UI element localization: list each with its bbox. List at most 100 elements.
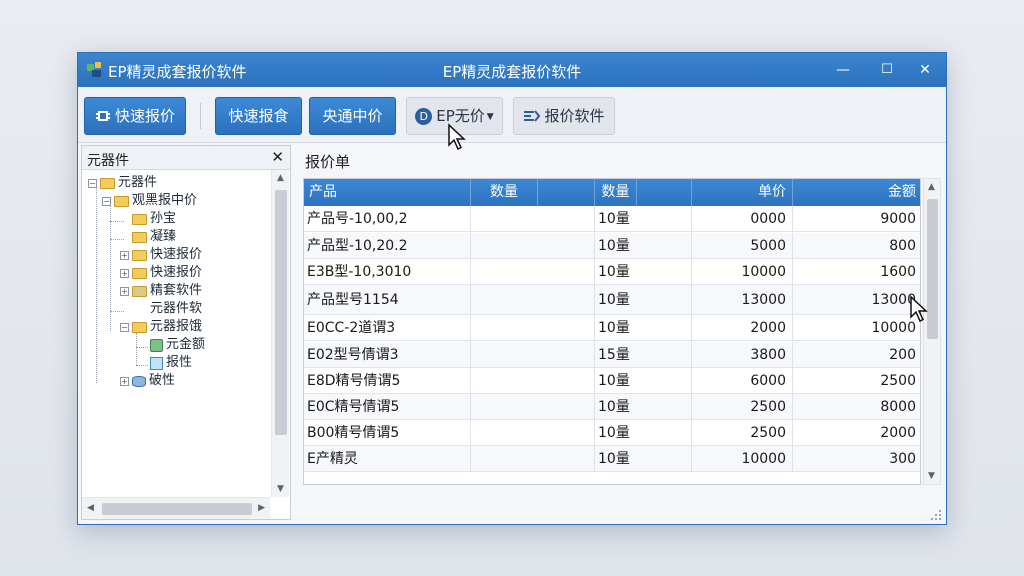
cell-amount[interactable]: 800 — [793, 233, 920, 259]
tree-node[interactable]: − 观黑报中价 — [102, 192, 197, 210]
cell-quantity[interactable] — [471, 233, 595, 259]
cell-quantity[interactable] — [471, 342, 595, 368]
cell-unit-price[interactable]: 3800 — [692, 342, 793, 368]
cell-quantity-2[interactable]: 10量 — [595, 259, 692, 285]
cell-unit-price[interactable]: 5000 — [692, 233, 793, 259]
cell-quantity[interactable] — [471, 420, 595, 446]
cell-product[interactable]: E0C精号倩谓5 — [304, 394, 471, 420]
cell-unit-price[interactable]: 13000 — [692, 285, 793, 315]
cell-quantity-2[interactable]: 10量 — [595, 315, 692, 341]
scroll-thumb[interactable] — [102, 503, 252, 515]
cell-quantity-2[interactable]: 10量 — [595, 446, 692, 472]
collapse-icon[interactable]: − — [120, 322, 129, 332]
central-price-button[interactable]: 央通中价 — [309, 97, 396, 135]
cell-product[interactable]: E02型号倩谓3 — [304, 342, 471, 368]
cell-unit-price[interactable]: 6000 — [692, 368, 793, 394]
tree-node[interactable]: 元器件软 — [132, 300, 202, 318]
cell-amount[interactable]: 2500 — [793, 368, 920, 394]
tree-node[interactable]: + 快速报价 — [120, 264, 202, 282]
scroll-down-icon[interactable]: ▼ — [277, 484, 284, 494]
cell-unit-price[interactable]: 2500 — [692, 420, 793, 446]
table-row[interactable]: 产品号-10,00,2 10量 0000 9000 — [304, 206, 920, 232]
column-header-quantity[interactable]: 数量 — [471, 179, 538, 206]
cell-product[interactable]: E0CC-2道谓3 — [304, 315, 471, 341]
cell-product[interactable]: B00精号倩谓5 — [304, 420, 471, 446]
cell-quantity-2[interactable]: 10量 — [595, 368, 692, 394]
table-row[interactable]: E3B型-10,3010 10量 10000 1600 — [304, 259, 920, 285]
tree-node[interactable]: 孙宝 — [132, 210, 176, 228]
cell-quantity[interactable] — [471, 259, 595, 285]
cell-amount[interactable]: 10000 — [793, 315, 920, 341]
tree-horizontal-scrollbar[interactable]: ◀ ▶ — [82, 497, 270, 519]
cell-amount[interactable]: 1600 — [793, 259, 920, 285]
quick-quote-button[interactable]: 快速报价 — [84, 97, 186, 135]
cell-quantity-2[interactable]: 10量 — [595, 285, 692, 315]
cell-unit-price[interactable]: 10000 — [692, 446, 793, 472]
cell-unit-price[interactable]: 2500 — [692, 394, 793, 420]
cell-quantity[interactable] — [471, 394, 595, 420]
quote-software-button[interactable]: 报价软件 — [513, 97, 615, 135]
column-header-product[interactable]: 产品 — [304, 179, 471, 206]
collapse-icon[interactable]: − — [88, 178, 97, 188]
table-row[interactable]: E02型号倩谓3 15量 3800 200 — [304, 342, 920, 368]
cell-amount[interactable]: 300 — [793, 446, 920, 472]
scroll-down-icon[interactable]: ▼ — [928, 471, 935, 481]
panel-close-icon[interactable]: ✕ — [271, 148, 284, 166]
cell-amount[interactable]: 8000 — [793, 394, 920, 420]
tree-node[interactable]: + 快速报价 — [120, 246, 202, 264]
column-header-amount[interactable]: 金额 — [793, 179, 920, 206]
close-button[interactable]: ✕ — [910, 58, 940, 82]
table-row[interactable]: B00精号倩谓5 10量 2500 2000 — [304, 420, 920, 446]
cell-quantity[interactable] — [471, 315, 595, 341]
maximize-button[interactable]: ☐ — [872, 58, 902, 82]
tree-node[interactable]: − 元器报饿 — [120, 318, 202, 336]
table-row[interactable]: E0CC-2道谓3 10量 2000 10000 — [304, 315, 920, 341]
title-bar[interactable]: EP精灵成套报价软件 EP精灵成套报价软件 — ☐ ✕ — [78, 53, 946, 87]
tree-node[interactable]: 凝臻 — [132, 228, 176, 246]
expand-icon[interactable]: + — [120, 250, 129, 260]
resize-grip-icon[interactable] — [930, 509, 942, 521]
cell-quantity-2[interactable]: 10量 — [595, 233, 692, 259]
expand-icon[interactable]: + — [120, 286, 129, 296]
expand-icon[interactable]: + — [120, 268, 129, 278]
cell-quantity[interactable] — [471, 285, 595, 315]
cell-quantity-2[interactable]: 10量 — [595, 394, 692, 420]
tree-vertical-scrollbar[interactable]: ▲ ▼ — [271, 170, 289, 497]
cell-amount[interactable]: 9000 — [793, 206, 920, 232]
cell-quantity-2[interactable]: 10量 — [595, 206, 692, 232]
tree-node[interactable]: + 精套软件 — [120, 282, 202, 300]
tree-node[interactable]: 报性 — [150, 354, 192, 372]
table-vertical-scrollbar[interactable]: ▲ ▼ — [923, 178, 941, 485]
tree-node[interactable]: 元金额 — [150, 336, 205, 354]
collapse-icon[interactable]: − — [102, 196, 111, 206]
scroll-thumb[interactable] — [275, 190, 287, 435]
cell-quantity[interactable] — [471, 368, 595, 394]
table-row[interactable]: E产精灵 10量 10000 300 — [304, 446, 920, 472]
cell-product[interactable]: E8D精号倩谓5 — [304, 368, 471, 394]
table-row[interactable]: E8D精号倩谓5 10量 6000 2500 — [304, 368, 920, 394]
cell-amount[interactable]: 200 — [793, 342, 920, 368]
cell-product[interactable]: 产品型-10,20.2 — [304, 233, 471, 259]
cell-quantity[interactable] — [471, 446, 595, 472]
table-row[interactable]: 产品型-10,20.2 10量 5000 800 — [304, 233, 920, 259]
cell-unit-price[interactable]: 10000 — [692, 259, 793, 285]
tree-node[interactable]: + 破性 — [120, 372, 175, 390]
scroll-up-icon[interactable]: ▲ — [277, 173, 284, 183]
cell-quantity-2[interactable]: 15量 — [595, 342, 692, 368]
cell-product[interactable]: 产品号-10,00,2 — [304, 206, 471, 232]
cell-quantity[interactable] — [471, 206, 595, 232]
cell-product[interactable]: E3B型-10,3010 — [304, 259, 471, 285]
scroll-left-icon[interactable]: ◀ — [87, 503, 94, 513]
scroll-right-icon[interactable]: ▶ — [258, 503, 265, 513]
cell-product[interactable]: E产精灵 — [304, 446, 471, 472]
column-header-unit-price[interactable]: 单价 — [692, 179, 793, 206]
expand-icon[interactable]: + — [120, 376, 129, 386]
cell-unit-price[interactable]: 0000 — [692, 206, 793, 232]
cell-quantity-2[interactable]: 10量 — [595, 420, 692, 446]
cell-unit-price[interactable]: 2000 — [692, 315, 793, 341]
column-header-quantity-2[interactable]: 数量 — [595, 179, 637, 206]
minimize-button[interactable]: — — [828, 58, 858, 82]
quick-report-button[interactable]: 快速报食 — [215, 97, 302, 135]
tree-node[interactable]: − 元器件 — [88, 174, 157, 192]
table-row[interactable]: 产品型号1154 10量 13000 13000 — [304, 285, 920, 315]
